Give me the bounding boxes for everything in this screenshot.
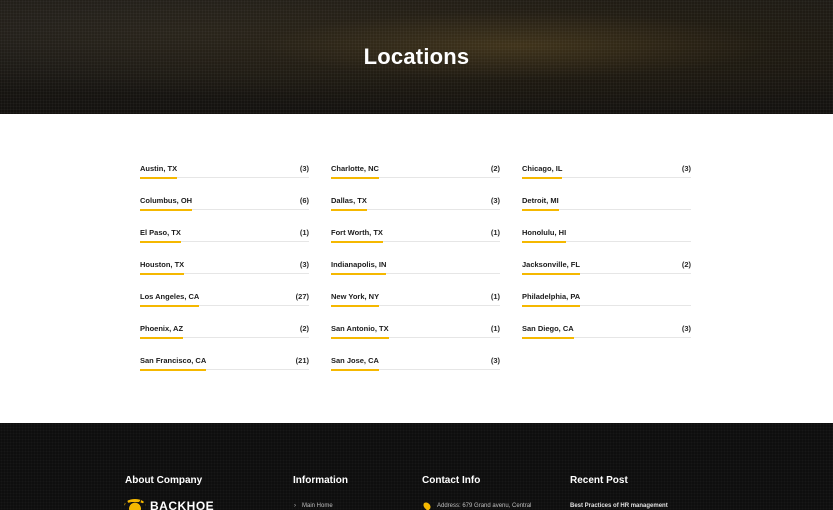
location-item[interactable]: Honolulu, HI	[522, 224, 691, 243]
footer-contact-heading: Contact Info	[422, 475, 481, 486]
location-link[interactable]: San Antonio, TX	[331, 320, 389, 339]
location-link[interactable]: Philadelphia, PA	[522, 288, 581, 307]
location-item[interactable]: Austin, TX (3)	[140, 160, 309, 179]
location-count: (21)	[295, 356, 309, 365]
location-item[interactable]: San Diego, CA (3)	[522, 320, 691, 339]
location-link[interactable]: Charlotte, NC	[331, 160, 379, 179]
location-item[interactable]: San Jose, CA (3)	[331, 352, 500, 371]
location-count: (3)	[490, 356, 500, 365]
footer-recent-heading: Recent Post	[570, 475, 628, 486]
location-item[interactable]: San Antonio, TX (1)	[331, 320, 500, 339]
location-count: (1)	[490, 292, 500, 301]
location-count: (2)	[299, 324, 309, 333]
footer-information-heading: Information	[293, 475, 348, 486]
location-item[interactable]: Los Angeles, CA (27)	[140, 288, 309, 307]
location-item[interactable]: Chicago, IL (3)	[522, 160, 691, 179]
location-link[interactable]: San Francisco, CA	[140, 352, 207, 371]
location-count: (27)	[295, 292, 309, 301]
location-link[interactable]: Columbus, OH	[140, 192, 193, 211]
location-link[interactable]: New York, NY	[331, 288, 380, 307]
site-footer	[0, 423, 833, 510]
location-count: (3)	[299, 260, 309, 269]
location-item[interactable]: Fort Worth, TX (1)	[331, 224, 500, 243]
location-link[interactable]: Phoenix, AZ	[140, 320, 184, 339]
location-item[interactable]: Dallas, TX (3)	[331, 192, 500, 211]
location-item[interactable]: Columbus, OH (6)	[140, 192, 309, 211]
location-link[interactable]: Austin, TX	[140, 160, 178, 179]
location-link[interactable]: San Diego, CA	[522, 320, 574, 339]
location-item[interactable]: El Paso, TX (1)	[140, 224, 309, 243]
footer-information: Information	[293, 475, 348, 486]
location-link[interactable]: Jacksonville, FL	[522, 256, 580, 275]
footer-about-heading: About Company	[125, 475, 203, 486]
location-count: (6)	[299, 196, 309, 205]
location-count: (1)	[490, 228, 500, 237]
page-hero: Locations	[0, 0, 833, 114]
location-item[interactable]: Charlotte, NC (2)	[331, 160, 500, 179]
location-count: (1)	[299, 228, 309, 237]
location-count: (2)	[490, 164, 500, 173]
footer-about: About Company	[125, 475, 202, 486]
footer-contact: Contact Info	[422, 475, 480, 486]
location-link[interactable]: Chicago, IL	[522, 160, 563, 179]
location-item[interactable]: San Francisco, CA (21)	[140, 352, 309, 371]
location-link[interactable]: Indianapolis, IN	[331, 256, 387, 275]
location-link[interactable]: Fort Worth, TX	[331, 224, 383, 243]
location-link[interactable]: Los Angeles, CA	[140, 288, 200, 307]
footer-logo[interactable]: BACKHOE	[124, 499, 214, 510]
footer-contact-address: Address: 679 Grand avenu, Central	[437, 503, 532, 509]
location-item[interactable]: Houston, TX (3)	[140, 256, 309, 275]
chevron-right-icon: ›	[294, 503, 296, 509]
location-item[interactable]: Detroit, MI	[522, 192, 691, 211]
location-count: (3)	[681, 324, 691, 333]
footer-link-main-home[interactable]: Main Home	[302, 503, 333, 509]
location-count: (2)	[681, 260, 691, 269]
location-link[interactable]: Honolulu, HI	[522, 224, 567, 243]
location-item[interactable]: Phoenix, AZ (2)	[140, 320, 309, 339]
location-item[interactable]: Jacksonville, FL (2)	[522, 256, 691, 275]
location-count: (3)	[299, 164, 309, 173]
location-count: (3)	[490, 196, 500, 205]
location-item[interactable]: Indianapolis, IN	[331, 256, 500, 275]
location-link[interactable]: Dallas, TX	[331, 192, 367, 211]
location-count: (3)	[681, 164, 691, 173]
location-item[interactable]: New York, NY (1)	[331, 288, 500, 307]
logo-text: BACKHOE	[150, 499, 215, 510]
footer-recent: Recent Post	[570, 475, 628, 486]
locations-grid: Austin, TX (3) Charlotte, NC (2) Chicago, IL…	[140, 160, 692, 371]
location-link[interactable]: Houston, TX	[140, 256, 185, 275]
location-count: (1)	[490, 324, 500, 333]
footer-recent-post-link[interactable]: Best Practices of HR management	[570, 503, 668, 509]
location-link[interactable]: Detroit, MI	[522, 192, 559, 211]
page-title: Locations	[363, 44, 470, 69]
location-link[interactable]: El Paso, TX	[140, 224, 181, 243]
location-item[interactable]: Philadelphia, PA	[522, 288, 691, 307]
location-link[interactable]: San Jose, CA	[331, 352, 379, 371]
logo-mark-icon	[124, 499, 146, 510]
